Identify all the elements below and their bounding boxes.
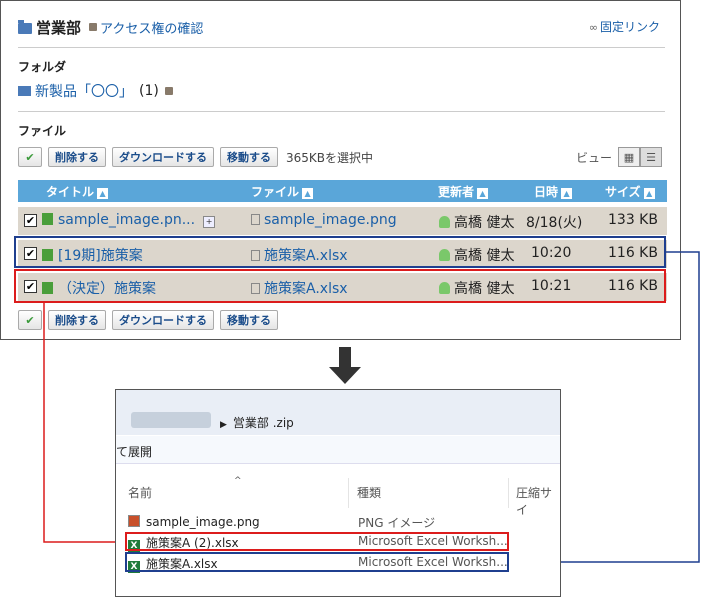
file-type: PNG イメージ [358, 516, 436, 530]
col-type[interactable]: 種類 [357, 484, 381, 501]
col-compressed[interactable]: 圧縮サイ [516, 484, 560, 518]
zip-path[interactable]: ▶ 営業部 .zip [220, 414, 294, 431]
col-name[interactable]: 名前 [128, 484, 152, 501]
highlight-blue-file [125, 552, 509, 572]
chevron-right-icon: ▶ [220, 420, 227, 430]
down-arrow-icon [339, 347, 351, 367]
file-item[interactable]: sample_image.png PNG イメージ [128, 514, 435, 532]
zip-path-label[interactable]: 営業部 .zip [233, 416, 294, 430]
command-bar: て展開 [116, 436, 560, 464]
blurred-path [131, 412, 211, 428]
sort-up-icon: ^ [234, 476, 242, 486]
red-connector [43, 303, 122, 543]
address-bar: ▶ 営業部 .zip [116, 390, 560, 435]
expand-button[interactable]: て展開 [116, 445, 152, 459]
col-separator[interactable] [348, 478, 349, 508]
col-separator[interactable] [508, 478, 509, 508]
image-file-icon [128, 515, 140, 527]
highlight-red-file [125, 532, 509, 551]
down-arrowhead-icon [329, 367, 361, 384]
file-name[interactable]: sample_image.png [146, 515, 260, 529]
